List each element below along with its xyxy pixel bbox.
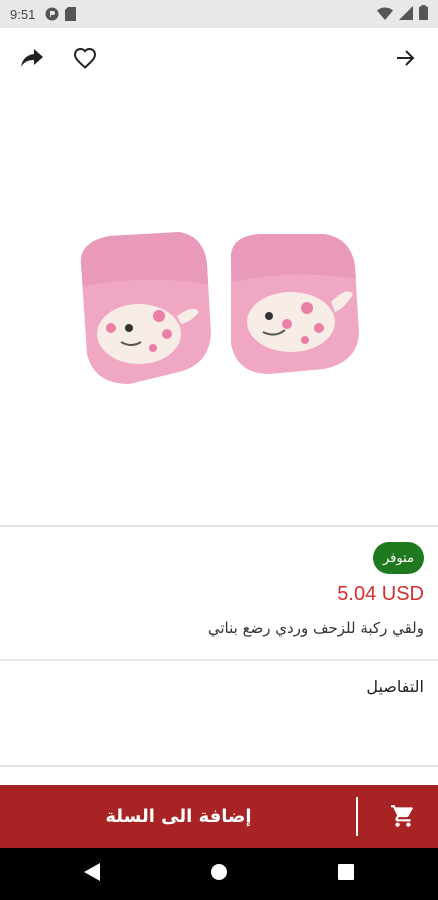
share-button[interactable] xyxy=(12,40,52,80)
battery-icon xyxy=(419,4,428,24)
details-label: التفاصيل xyxy=(366,677,424,696)
signal-icon xyxy=(399,5,413,24)
nav-recents-button[interactable] xyxy=(334,862,358,886)
nav-home-button[interactable] xyxy=(207,862,231,886)
nav-back-button[interactable] xyxy=(80,862,104,886)
details-section[interactable]: التفاصيل xyxy=(0,661,438,765)
divider xyxy=(0,765,438,767)
knee-pads-illustration xyxy=(80,231,359,384)
arrow-right-icon xyxy=(396,49,416,71)
availability-badge: متوفر xyxy=(373,542,424,574)
product-price: 5.04 USD xyxy=(337,583,424,605)
app-notification-icon xyxy=(45,7,59,21)
product-info: متوفر 5.04 USD ولقي ركبة للزحف وردي رضع … xyxy=(0,527,438,659)
status-time: 9:51 xyxy=(10,6,36,22)
back-triangle-icon xyxy=(84,863,100,885)
cart-separator xyxy=(356,797,358,836)
product-title: ولقي ركبة للزحف وردي رضع بناتي xyxy=(207,619,424,637)
add-to-cart-button[interactable]: إضافة الى السلة xyxy=(0,785,438,848)
back-button[interactable] xyxy=(386,40,426,80)
cart-icon xyxy=(390,803,416,829)
status-bar: 9:51 xyxy=(0,0,438,28)
heart-icon xyxy=(73,47,97,73)
system-nav-bar xyxy=(0,848,438,900)
app-bar xyxy=(0,28,438,92)
share-icon xyxy=(21,49,43,71)
product-image[interactable] xyxy=(0,92,438,525)
home-circle-icon xyxy=(210,863,228,885)
favorite-button[interactable] xyxy=(65,40,105,80)
wifi-icon xyxy=(377,5,393,24)
recents-square-icon xyxy=(338,864,354,884)
add-to-cart-label: إضافة الى السلة xyxy=(105,806,252,827)
sd-card-icon xyxy=(65,7,77,21)
